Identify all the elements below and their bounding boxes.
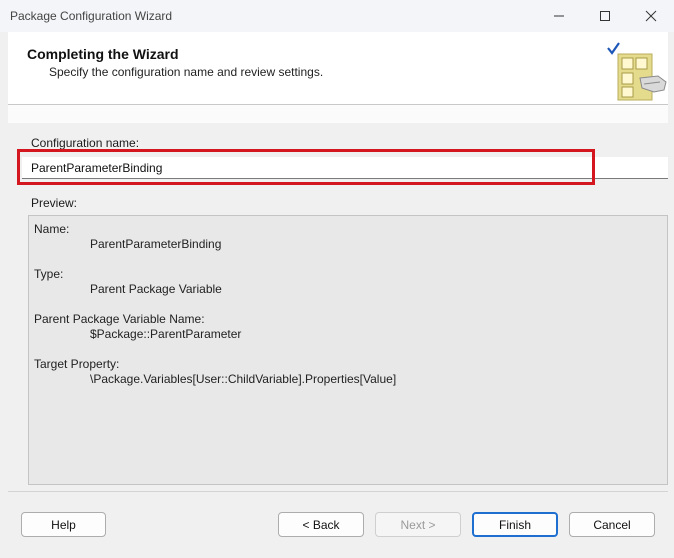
preview-panel[interactable]: Name: ParentParameterBinding Type: Paren… — [28, 215, 668, 485]
preview-name-value: ParentParameterBinding — [90, 237, 222, 251]
preview-name-key: Name: — [34, 222, 70, 236]
preview-parent-var-value: $Package::ParentParameter — [90, 327, 242, 341]
preview-target-key: Target Property: — [34, 357, 120, 371]
title-bar[interactable]: Package Configuration Wizard — [0, 0, 674, 32]
page-title: Completing the Wizard — [27, 46, 179, 62]
wizard-header: Completing the Wizard Specify the config… — [8, 32, 672, 104]
page-subtitle: Specify the configuration name and revie… — [49, 65, 324, 79]
preview-label: Preview: — [31, 196, 78, 210]
window-right-edge — [668, 32, 674, 558]
preview-parent-var-key: Parent Package Variable Name: — [34, 312, 205, 326]
config-name-input[interactable] — [22, 157, 668, 179]
minimize-icon[interactable] — [536, 0, 582, 32]
window-title: Package Configuration Wizard — [10, 9, 173, 23]
content-top-strip — [8, 105, 668, 123]
cancel-button[interactable]: Cancel — [569, 512, 655, 537]
close-icon[interactable] — [628, 0, 674, 32]
back-button[interactable]: < Back — [278, 512, 364, 537]
footer-divider — [8, 491, 672, 492]
preview-target-value: \Package.Variables[User::ChildVariable].… — [90, 372, 397, 386]
next-button[interactable]: Next > — [375, 512, 461, 537]
preview-type-value: Parent Package Variable — [90, 282, 222, 296]
help-button[interactable]: Help — [21, 512, 106, 537]
maximize-icon[interactable] — [582, 0, 628, 32]
config-name-label: Configuration name: — [31, 136, 140, 150]
wizard-window: Package Configuration Wizard Completing … — [0, 0, 674, 558]
wizard-checklist-icon — [604, 40, 670, 104]
finish-button[interactable]: Finish — [472, 512, 558, 537]
preview-type-key: Type: — [34, 267, 64, 281]
